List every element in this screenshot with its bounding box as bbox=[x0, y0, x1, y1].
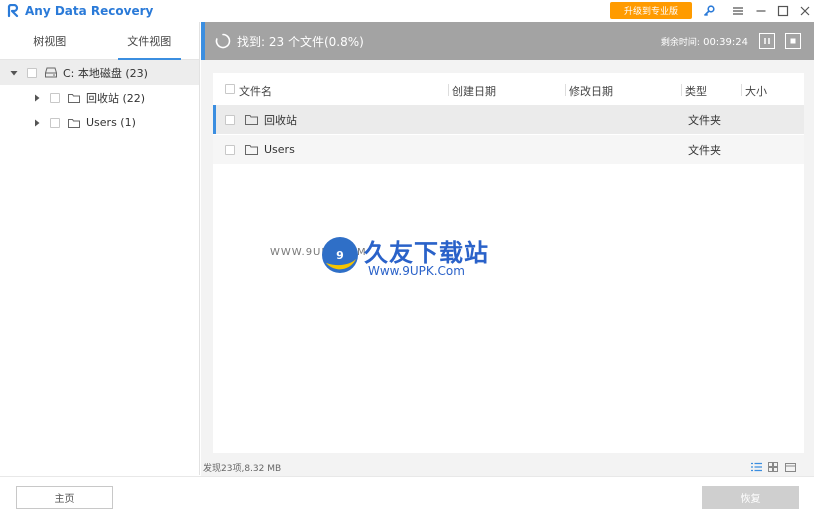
column-header-size[interactable]: 大小 bbox=[745, 83, 767, 99]
menu-icon[interactable] bbox=[729, 2, 747, 20]
list-view-icon[interactable] bbox=[750, 461, 762, 473]
checkbox[interactable] bbox=[50, 92, 60, 103]
preview-view-icon[interactable] bbox=[784, 461, 796, 473]
folder-icon bbox=[68, 118, 80, 128]
tree-item-label: Users (1) bbox=[86, 116, 136, 129]
app-logo-icon bbox=[6, 4, 20, 18]
left-panel: 树视图 文件视图 C: 本地磁盘 (23) 回收站 (22) Users (1) bbox=[0, 22, 200, 475]
key-icon[interactable] bbox=[700, 2, 718, 20]
checkbox[interactable] bbox=[27, 67, 37, 78]
checkbox[interactable] bbox=[50, 117, 60, 128]
table-row[interactable]: 回收站 文件夹 bbox=[213, 105, 804, 134]
upgrade-button[interactable]: 升级到专业版 bbox=[610, 2, 692, 19]
footer: 主页 恢复 bbox=[0, 476, 814, 513]
column-separator bbox=[565, 84, 566, 96]
table-header: 文件名 创建日期 修改日期 类型 大小 bbox=[213, 73, 804, 106]
app-title: Any Data Recovery bbox=[25, 4, 154, 18]
scan-found-text: 找到: 23 个文件(0.8%) bbox=[237, 34, 364, 49]
close-icon[interactable] bbox=[796, 2, 814, 20]
remaining-value: 00:39:24 bbox=[703, 37, 748, 48]
status-bar: 发现23项,8.32 MB bbox=[201, 458, 814, 476]
tree-item-label: 回收站 (22) bbox=[86, 91, 146, 105]
spinner-icon bbox=[215, 33, 231, 49]
grid-view-icon[interactable] bbox=[767, 461, 779, 473]
select-all-checkbox[interactable] bbox=[225, 84, 235, 94]
minimize-icon[interactable] bbox=[752, 2, 770, 20]
scan-header: 找到: 23 个文件(0.8%) 剩余时间: 00:39:24 bbox=[201, 22, 814, 60]
cell-name: 回收站 bbox=[264, 113, 297, 127]
cell-type: 文件夹 bbox=[688, 113, 721, 127]
stop-button[interactable] bbox=[785, 33, 801, 49]
maximize-icon[interactable] bbox=[774, 2, 792, 20]
scan-accent-bar bbox=[201, 22, 205, 60]
status-text: 发现23项,8.32 MB bbox=[203, 463, 282, 474]
row-checkbox[interactable] bbox=[225, 114, 235, 125]
folder-icon bbox=[68, 93, 80, 103]
folder-icon bbox=[245, 114, 258, 125]
folder-icon bbox=[245, 144, 258, 155]
column-separator bbox=[681, 84, 682, 96]
drive-icon bbox=[45, 67, 57, 78]
cell-type: 文件夹 bbox=[688, 143, 721, 157]
remaining-label: 剩余时间: bbox=[660, 38, 700, 48]
cell-name: Users bbox=[264, 143, 295, 156]
svg-text:9: 9 bbox=[336, 249, 344, 262]
tab-file-view[interactable]: 文件视图 bbox=[100, 22, 200, 60]
caret-down-icon[interactable] bbox=[9, 68, 19, 78]
tab-tree-view[interactable]: 树视图 bbox=[0, 22, 100, 59]
tree-item-label: C: 本地磁盘 (23) bbox=[63, 66, 148, 80]
column-header-modified[interactable]: 修改日期 bbox=[569, 83, 613, 99]
column-header-type[interactable]: 类型 bbox=[685, 83, 707, 99]
caret-right-icon[interactable] bbox=[32, 93, 42, 103]
column-separator bbox=[741, 84, 742, 96]
view-tabs: 树视图 文件视图 bbox=[0, 22, 199, 60]
table-row[interactable]: Users 文件夹 bbox=[213, 135, 804, 164]
watermark: WWW.9UPK.COM 9 久友下载站 Www.9UPK.Com bbox=[270, 233, 500, 288]
watermark-logo-icon: 9 bbox=[318, 233, 362, 277]
watermark-url: Www.9UPK.Com bbox=[368, 264, 465, 278]
tree-item-users[interactable]: Users (1) bbox=[0, 110, 199, 135]
home-button[interactable]: 主页 bbox=[16, 486, 113, 509]
recover-button[interactable]: 恢复 bbox=[702, 486, 799, 509]
column-separator bbox=[448, 84, 449, 96]
column-header-created[interactable]: 创建日期 bbox=[452, 83, 496, 99]
pause-button[interactable] bbox=[759, 33, 775, 49]
row-checkbox[interactable] bbox=[225, 144, 235, 155]
column-header-name[interactable]: 文件名 bbox=[239, 83, 272, 99]
title-bar: Any Data Recovery 升级到专业版 bbox=[0, 0, 814, 22]
watermark-title: 久友下载站 bbox=[364, 239, 489, 267]
caret-right-icon[interactable] bbox=[32, 118, 42, 128]
remaining-time: 剩余时间: 00:39:24 bbox=[661, 35, 748, 48]
tree-item-recycle-bin[interactable]: 回收站 (22) bbox=[0, 85, 199, 110]
tree-item-c-drive[interactable]: C: 本地磁盘 (23) bbox=[0, 60, 199, 85]
